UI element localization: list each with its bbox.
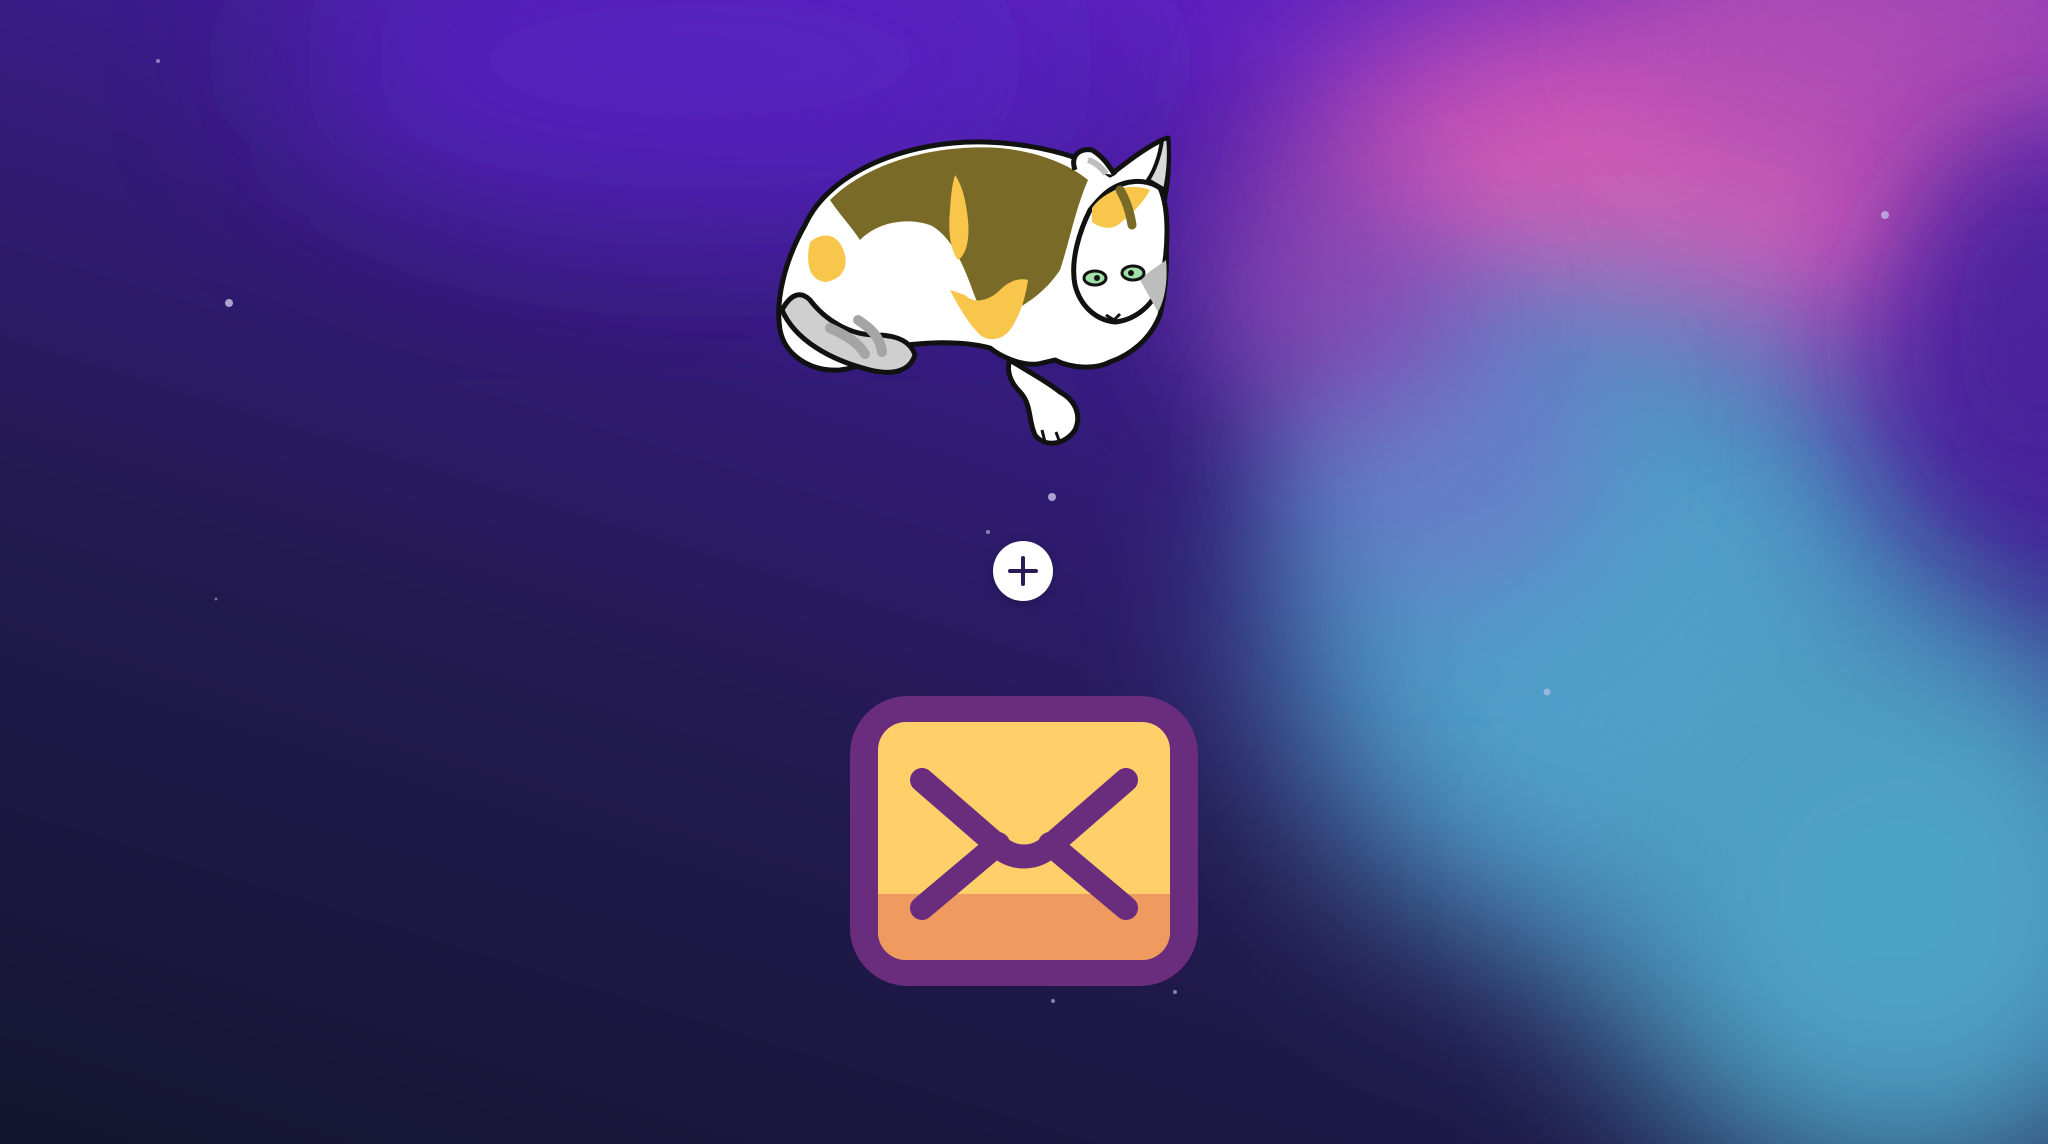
calico-cat-lying-icon: [776, 135, 1172, 446]
app-canvas: plus-icon: [0, 0, 2048, 1144]
envelope-icon[interactable]: [848, 694, 1200, 988]
plus-icon: [1008, 556, 1038, 586]
add-button[interactable]: plus-icon: [993, 541, 1053, 601]
